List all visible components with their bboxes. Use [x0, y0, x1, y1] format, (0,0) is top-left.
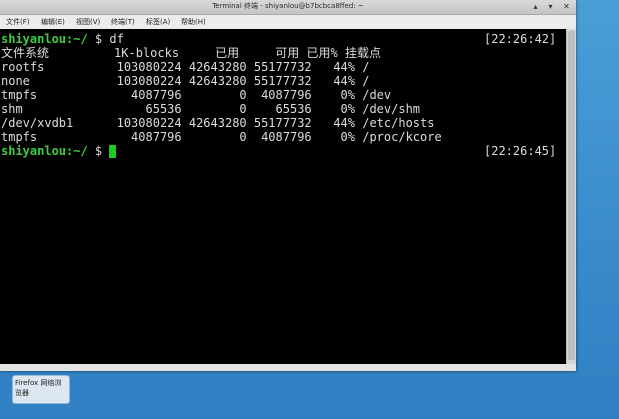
- menu-terminal[interactable]: 终端(T): [111, 17, 135, 27]
- df-row: shm 65536 0 65536 0% /dev/shm: [1, 102, 421, 116]
- df-row: /dev/xvdb1 103080224 42643280 55177732 4…: [1, 116, 435, 130]
- menu-file[interactable]: 文件(F): [6, 17, 30, 27]
- timestamp: [22:26:45]: [484, 144, 557, 158]
- menu-edit[interactable]: 编辑(E): [41, 17, 65, 27]
- scrollbar[interactable]: [566, 29, 576, 364]
- close-icon[interactable]: ✕: [561, 1, 572, 12]
- firefox-icon-label: Firefox 网络浏览器: [15, 379, 62, 397]
- firefox-desktop-icon[interactable]: Firefox 网络浏览器: [12, 375, 70, 404]
- prompt: shiyanlou:~/: [1, 144, 88, 158]
- menu-view[interactable]: 视图(V): [76, 17, 100, 27]
- df-header: 文件系统 1K-blocks 已用 可用 已用% 挂载点: [1, 46, 381, 60]
- command-text: $: [87, 144, 110, 158]
- title-bar[interactable]: Terminal 终端 - shiyanlou@b7bcbca8ffed: ~ …: [0, 0, 576, 15]
- menu-help[interactable]: 帮助(H): [181, 17, 206, 27]
- maximize-icon[interactable]: ▾: [545, 1, 556, 12]
- timestamp: [22:26:42]: [484, 32, 557, 46]
- scrollbar-thumb[interactable]: [568, 31, 575, 360]
- df-row: rootfs 103080224 42643280 55177732 44% /: [1, 60, 370, 74]
- df-row: tmpfs 4087796 0 4087796 0% /dev: [1, 88, 392, 102]
- df-row: none 103080224 42643280 55177732 44% /: [1, 74, 370, 88]
- df-row: tmpfs 4087796 0 4087796 0% /proc/kcore: [1, 130, 442, 144]
- terminal-output[interactable]: shiyanlou:~/ $ df [22:26:42] 文件系统 1K-blo…: [0, 29, 566, 364]
- window-bottom-border: [0, 364, 576, 371]
- command-line: shiyanlou:~/ $: [1, 144, 117, 158]
- menu-tabs[interactable]: 标签(A): [146, 17, 170, 27]
- terminal-window: Terminal 终端 - shiyanlou@b7bcbca8ffed: ~ …: [0, 0, 576, 371]
- minimize-icon[interactable]: ▴: [530, 1, 541, 12]
- window-title: Terminal 终端 - shiyanlou@b7bcbca8ffed: ~: [212, 2, 364, 10]
- prompt: shiyanlou:~/: [1, 32, 88, 46]
- menu-bar: 文件(F) 编辑(E) 视图(V) 终端(T) 标签(A) 帮助(H): [0, 15, 576, 29]
- cursor: [109, 145, 117, 158]
- command-line: shiyanlou:~/ $ df: [1, 32, 124, 46]
- command-text: $ df: [87, 32, 124, 46]
